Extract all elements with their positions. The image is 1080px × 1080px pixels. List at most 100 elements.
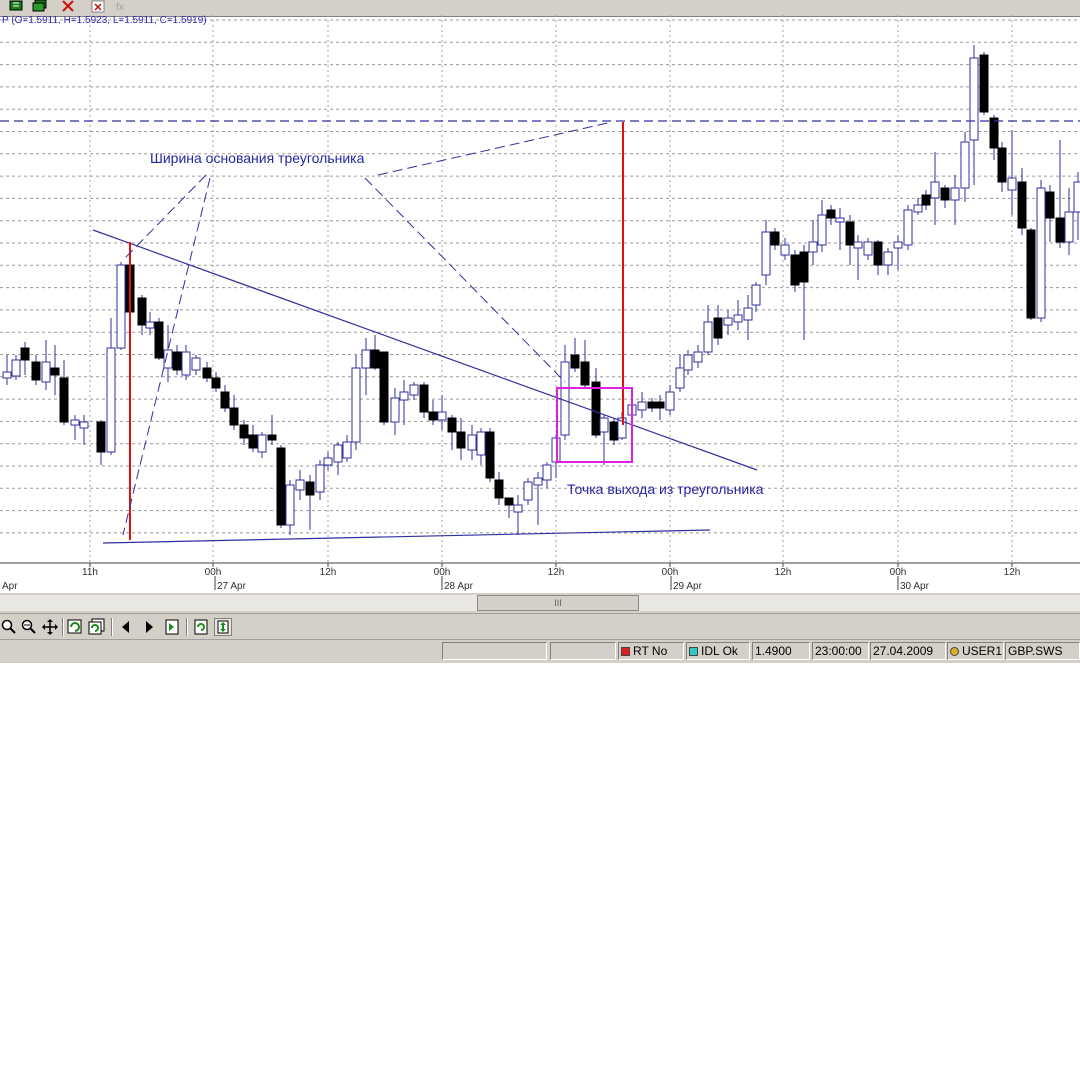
- candlestick: [1064, 188, 1074, 255]
- candlestick: [591, 368, 601, 438]
- bullish-candle-body: [835, 217, 845, 223]
- bullish-candle-body: [780, 244, 790, 256]
- bullish-candle-body: [191, 357, 201, 371]
- time-tick-label: 00h: [662, 567, 679, 578]
- candlestick: [647, 398, 657, 412]
- close-chart-icon[interactable]: [90, 0, 106, 14]
- candlestick: [1055, 140, 1065, 248]
- bearish-candle-body: [647, 401, 657, 409]
- zoom-out-icon[interactable]: [20, 618, 38, 636]
- bullish-candle-body: [257, 434, 267, 453]
- candlestick: [370, 335, 380, 370]
- candlestick: [703, 305, 713, 355]
- candlestick: [790, 250, 800, 292]
- candlestick: [399, 380, 409, 425]
- time-tick-label: 12h: [775, 567, 792, 578]
- zoom-in-icon[interactable]: [0, 618, 18, 636]
- upper-trendline: [92, 229, 758, 471]
- autoscale-icon[interactable]: [214, 618, 232, 636]
- exit-point-annotation: Точка выхода из треугольника: [567, 481, 764, 497]
- candlestick: [969, 45, 979, 185]
- candlestick: [379, 351, 389, 425]
- candlestick: [903, 205, 913, 250]
- function-icon[interactable]: fx: [114, 0, 130, 14]
- user-label: USER1: [962, 644, 1003, 658]
- bearish-candle-body: [845, 221, 855, 246]
- chart-grid-icon[interactable]: [8, 0, 24, 14]
- candlestick: [137, 295, 147, 335]
- bullish-candle-body: [542, 464, 552, 481]
- bullish-candle-body: [79, 421, 89, 429]
- candlestick: [295, 470, 305, 500]
- autoscroll-icon[interactable]: [192, 618, 210, 636]
- candlestick: [70, 415, 80, 440]
- bullish-candle-body: [437, 411, 447, 421]
- bearish-candle-body: [770, 231, 780, 246]
- candlestick: [467, 425, 477, 460]
- date-label: 29 Apr: [673, 581, 703, 592]
- bullish-candle-body: [399, 391, 409, 401]
- candlestick: [780, 238, 790, 260]
- idl-status: IDL Ok: [686, 642, 750, 660]
- candlestick: [637, 392, 647, 418]
- price-chart[interactable]: Ширина основания треугольника Точка выход…: [0, 15, 1080, 592]
- chart-multi-icon[interactable]: [32, 0, 48, 14]
- refresh-icon[interactable]: [66, 618, 84, 636]
- candlestick: [106, 318, 116, 455]
- bearish-candle-body: [370, 349, 380, 369]
- bearish-candle-body: [504, 497, 514, 506]
- bullish-candle-body: [683, 354, 693, 371]
- bullish-candle-body: [913, 204, 923, 213]
- bearish-candle-body: [267, 434, 277, 441]
- bearish-candle-body: [202, 367, 212, 379]
- bullish-candle-body: [1064, 211, 1074, 243]
- candlestick: [863, 238, 873, 260]
- candlestick: [997, 142, 1007, 192]
- candlestick: [2, 355, 12, 385]
- candlestick: [20, 342, 30, 375]
- go-to-end-icon[interactable]: [163, 618, 181, 636]
- scrollbar-thumb[interactable]: III: [477, 595, 639, 611]
- bearish-candle-body: [379, 351, 389, 423]
- bearish-candle-body: [1055, 217, 1065, 243]
- date-label: 27 Apr: [217, 581, 247, 592]
- horizontal-scrollbar[interactable]: III: [0, 592, 1080, 613]
- bullish-candle-body: [703, 321, 713, 353]
- candlestick: [96, 420, 106, 465]
- date-label: Apr: [2, 581, 18, 592]
- refresh-all-icon[interactable]: [88, 618, 106, 636]
- candlestick: [950, 175, 960, 225]
- candlestick: [267, 415, 277, 445]
- realtime-status-icon: [621, 647, 630, 656]
- bullish-candle-body: [390, 397, 400, 423]
- time-axis: 11h 00h 12h 00h 12h 00h 12h 00h 12hApr 27 Apr 28 A…: [0, 562, 1080, 592]
- symbol-status: GBP.SWS: [1005, 642, 1080, 660]
- delete-icon[interactable]: [60, 0, 76, 14]
- bullish-candle-body: [960, 141, 970, 189]
- scroll-right-icon[interactable]: [140, 618, 158, 636]
- bullish-candle-body: [361, 349, 371, 369]
- candlestick: [428, 400, 438, 425]
- bearish-candle-body: [485, 431, 495, 479]
- bullish-candle-body: [930, 181, 940, 199]
- time-tick-label: 00h: [205, 567, 222, 578]
- candlestick: [609, 418, 619, 445]
- bullish-candle-body: [285, 484, 295, 526]
- candlestick: [1026, 228, 1036, 320]
- pan-icon[interactable]: [41, 618, 59, 636]
- bearish-candle-body: [220, 391, 230, 409]
- candlestick: [723, 310, 733, 335]
- bullish-candle-body: [351, 367, 361, 443]
- bearish-candle-body: [456, 431, 466, 449]
- status-cell-empty: [442, 642, 547, 660]
- bullish-candle-body: [863, 241, 873, 256]
- bullish-candle-body: [163, 349, 173, 369]
- candlestick: [893, 235, 903, 270]
- bullish-candle-body: [743, 307, 753, 321]
- candlestick: [59, 360, 69, 425]
- candlestick: [31, 355, 41, 385]
- scroll-left-icon[interactable]: [117, 618, 135, 636]
- base-width-annotation: Ширина основания треугольника: [150, 150, 365, 166]
- bearish-candle-body: [276, 447, 286, 526]
- candlestick: [979, 52, 989, 115]
